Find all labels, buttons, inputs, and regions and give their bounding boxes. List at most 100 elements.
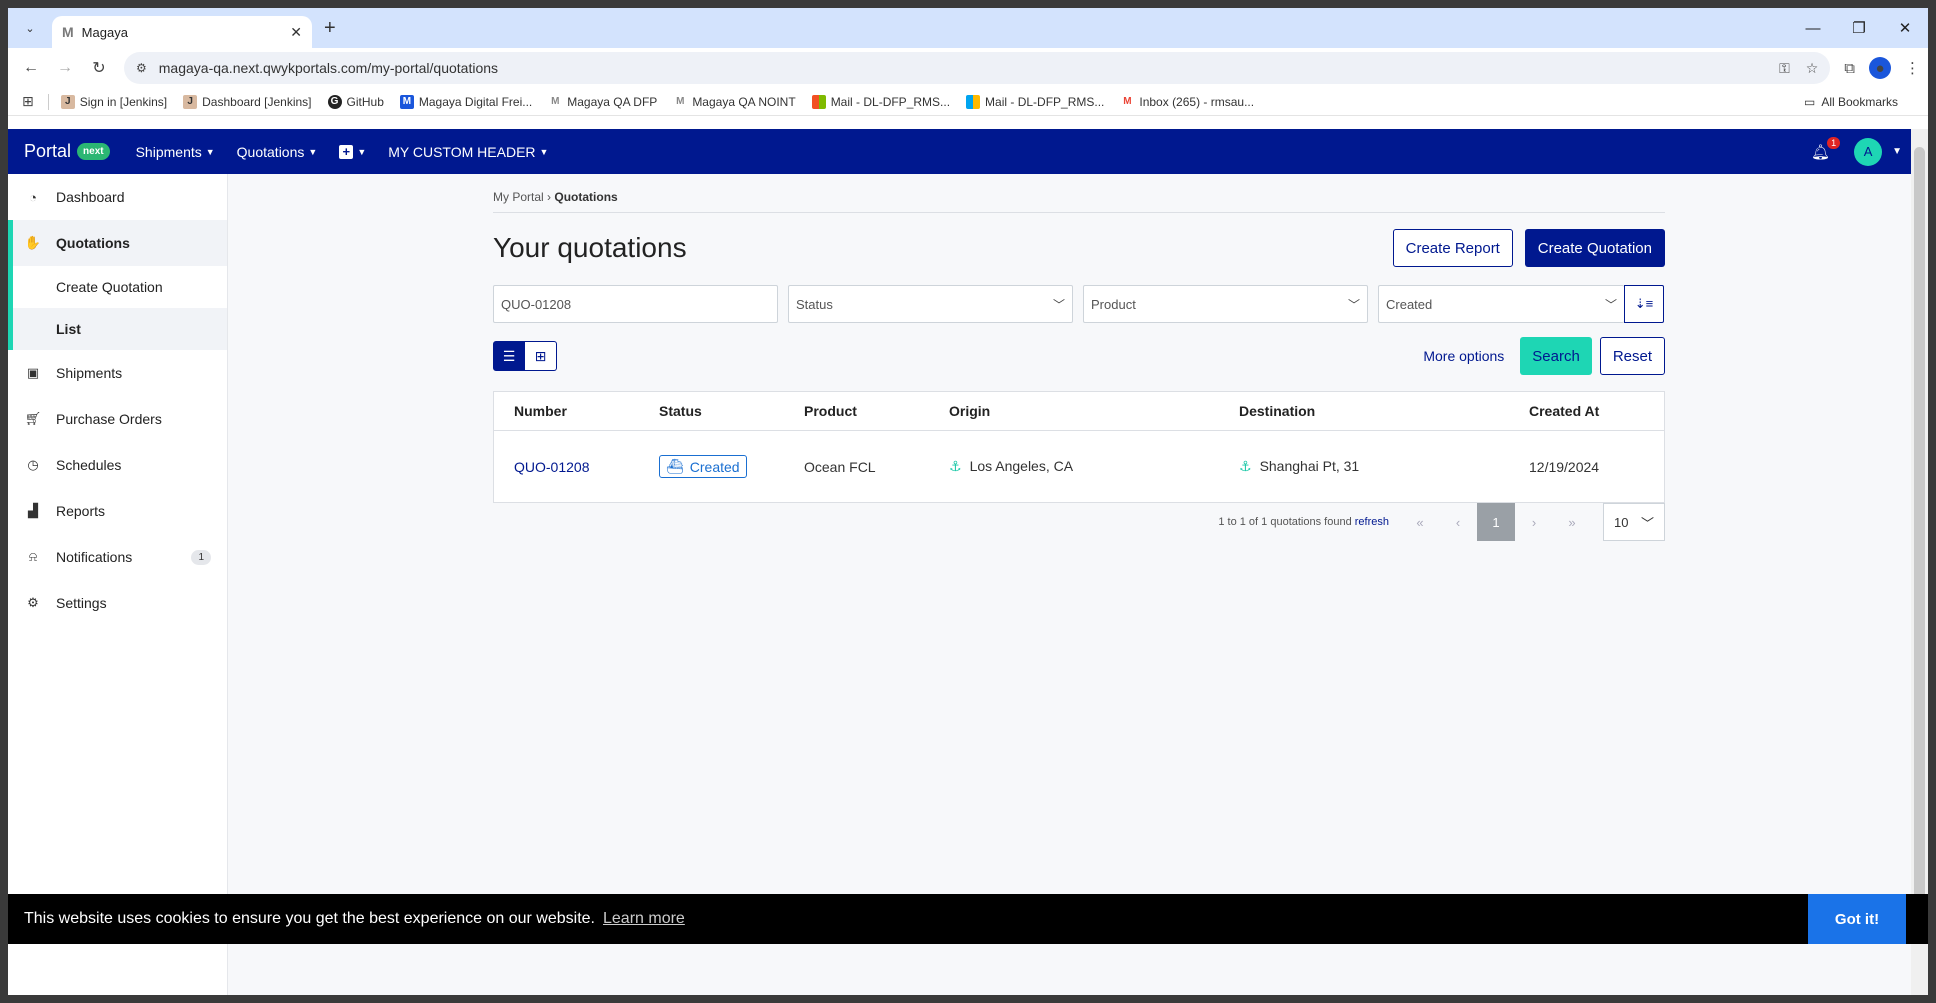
sidebar-item-settings[interactable]: ⚙ Settings — [8, 580, 227, 626]
apps-grid-icon[interactable]: ⊞ — [22, 93, 34, 110]
scrollbar[interactable] — [1911, 129, 1928, 995]
back-icon[interactable]: ← — [16, 53, 46, 83]
anchor-icon: ⚓ — [1239, 458, 1252, 474]
sidebar-item-quotations[interactable]: ✋ Quotations — [8, 220, 227, 266]
nav-create-menu[interactable]: + ▼ — [339, 144, 366, 159]
bookmark-star-icon[interactable]: ☆ — [1806, 60, 1819, 77]
restore-icon[interactable]: ❐ — [1836, 8, 1882, 48]
status-select[interactable]: Status ﹀ — [788, 285, 1073, 323]
search-input[interactable]: QUO-01208 — [493, 285, 778, 323]
table-row[interactable]: QUO-01208 ⛴ Created Ocean FCL ⚓ Los Angele… — [494, 431, 1664, 502]
minimize-icon[interactable]: — — [1790, 8, 1836, 48]
tab-close-icon[interactable]: ✕ — [290, 24, 302, 41]
quotations-table: Number Status Product Origin Destination… — [493, 391, 1665, 503]
column-header: Status — [659, 403, 702, 419]
notifications-count-badge: 1 — [191, 549, 211, 565]
sidebar-item-shipments[interactable]: ▣ Shipments — [8, 350, 227, 396]
site-info-icon[interactable]: ⚙ — [136, 61, 147, 75]
refresh-link[interactable]: refresh — [1355, 516, 1389, 528]
sort-by-select[interactable]: Created ﹀ — [1378, 285, 1624, 323]
nav-shipments[interactable]: Shipments ▼ — [136, 144, 215, 160]
tab-search-button[interactable]: ⌄ — [18, 16, 42, 40]
new-tab-button[interactable]: + — [324, 17, 336, 40]
column-header: Number — [514, 403, 567, 419]
url-text[interactable]: magaya-qa.next.qwykportals.com/my-portal… — [159, 60, 1763, 76]
list-icon: ☰ — [502, 347, 516, 364]
sidebar-item-purchase-orders[interactable]: 🛒︎ Purchase Orders — [8, 396, 227, 442]
bookmark-item[interactable]: M Magaya QA DFP — [548, 95, 657, 109]
quotation-number-link[interactable]: QUO-01208 — [514, 459, 659, 475]
folder-icon: ▭ — [1803, 94, 1816, 109]
forward-icon[interactable]: → — [50, 53, 80, 83]
browser-window: ⌄ M Magaya ✕ + — ❐ ✕ ← → ↻ ⚙ magaya-qa.n… — [8, 8, 1928, 995]
last-page-icon[interactable]: » — [1553, 503, 1591, 541]
sidebar-item-reports[interactable]: ▟ Reports — [8, 488, 227, 534]
next-page-icon[interactable]: › — [1515, 503, 1553, 541]
sidebar-item-schedules[interactable]: ◷ Schedules — [8, 442, 227, 488]
all-bookmarks[interactable]: ▭ All Bookmarks — [1804, 95, 1898, 109]
chevron-down-icon[interactable]: ▼ — [1892, 146, 1902, 157]
shipments-icon: ▣ — [26, 365, 40, 380]
sidebar-item-notifications[interactable]: ⍾ Notifications 1 — [8, 534, 227, 580]
reload-icon[interactable]: ↻ — [84, 53, 114, 83]
bookmarks-bar: ⊞ J Sign in [Jenkins] J Dashboard [Jenkins… — [8, 88, 1928, 116]
avatar[interactable]: A — [1854, 137, 1883, 166]
magaya-icon: M — [399, 94, 414, 109]
cookie-accept-button[interactable]: Got it! — [1808, 894, 1906, 944]
window-close-icon[interactable]: ✕ — [1882, 8, 1928, 48]
chevron-down-icon: ﹀ — [1640, 515, 1654, 531]
extensions-icon[interactable]: ⧉ — [1844, 60, 1855, 77]
create-quotation-button[interactable]: Create Quotation — [1524, 229, 1665, 267]
bookmark-item[interactable]: J Dashboard [Jenkins] — [183, 94, 312, 109]
product-select[interactable]: Product ﹀ — [1083, 285, 1368, 323]
profile-icon[interactable]: ● — [1869, 57, 1891, 79]
breadcrumb: My Portal › Quotations — [493, 190, 1665, 213]
next-pill: next — [77, 143, 110, 160]
bookmark-item[interactable]: M Magaya QA NOINT — [673, 95, 796, 109]
table-view-button[interactable]: ⊞ — [525, 341, 557, 371]
notifications-bell-icon[interactable]: 🔔︎ 1 — [1811, 136, 1841, 161]
reset-button[interactable]: Reset — [1599, 337, 1665, 375]
nav-quotations[interactable]: Quotations ▼ — [237, 144, 318, 160]
column-header: Destination — [1239, 403, 1316, 419]
destination-cell: ⚓ Shanghai Pt, 31 — [1239, 458, 1360, 474]
search-button[interactable]: Search — [1520, 337, 1592, 375]
sidebar-sub-create-quotation[interactable]: Create Quotation — [8, 266, 227, 308]
microsoft-icon — [966, 94, 981, 109]
clock-icon: ◷ — [27, 457, 39, 472]
page-size-select[interactable]: 10 ﹀ — [1603, 503, 1665, 541]
create-report-button[interactable]: Create Report — [1392, 229, 1513, 267]
breadcrumb-separator: › — [547, 190, 552, 204]
browser-menu-icon[interactable]: ⋮ — [1905, 59, 1920, 77]
notification-count-badge: 1 — [1827, 136, 1841, 149]
bookmark-item[interactable]: Mail - DL-DFP_RMS... — [966, 94, 1104, 109]
bookmark-item[interactable]: G GitHub — [327, 94, 384, 109]
breadcrumb-root[interactable]: My Portal — [493, 190, 544, 204]
column-header: Product — [804, 403, 857, 419]
bookmark-item[interactable]: M Inbox (265) - rmsau... — [1120, 95, 1254, 109]
learn-more-link[interactable]: Learn more — [603, 910, 685, 928]
bookmark-item[interactable]: Mail - DL-DFP_RMS... — [811, 94, 950, 109]
bell-icon: ⍾ — [28, 549, 38, 564]
browser-tab[interactable]: M Magaya ✕ — [52, 16, 312, 48]
cookie-message: This website uses cookies to ensure you … — [24, 910, 595, 927]
bookmark-item[interactable]: M Magaya Digital Frei... — [399, 94, 532, 109]
origin-cell: ⚓ Los Angeles, CA — [949, 458, 1074, 474]
address-bar: ← → ↻ ⚙ magaya-qa.next.qwykportals.com/m… — [8, 48, 1928, 88]
bookmark-item[interactable]: J Sign in [Jenkins] — [60, 94, 167, 109]
list-view-button[interactable]: ☰ — [493, 341, 525, 371]
sidebar-sub-list[interactable]: List — [8, 308, 227, 350]
scrollbar-thumb[interactable] — [1914, 147, 1925, 937]
password-key-icon[interactable]: ⚿ — [1779, 60, 1790, 77]
magaya-icon: M — [676, 96, 685, 107]
more-options-link[interactable]: More options — [1423, 348, 1504, 364]
nav-custom-header[interactable]: MY CUSTOM HEADER ▼ — [388, 144, 548, 160]
prev-page-icon[interactable]: ‹ — [1439, 503, 1477, 541]
sort-direction-button[interactable]: ⇣≡ — [1624, 285, 1664, 323]
page-number-current[interactable]: 1 — [1477, 503, 1515, 541]
omnibox[interactable]: ⚙ magaya-qa.next.qwykportals.com/my-port… — [124, 52, 1831, 84]
portal-logo[interactable]: Portal next — [24, 141, 110, 162]
first-page-icon[interactable]: « — [1401, 503, 1439, 541]
sort-icon: ⇣≡ — [1634, 296, 1654, 311]
sidebar-item-dashboard[interactable]: ◔ Dashboard — [8, 174, 227, 220]
